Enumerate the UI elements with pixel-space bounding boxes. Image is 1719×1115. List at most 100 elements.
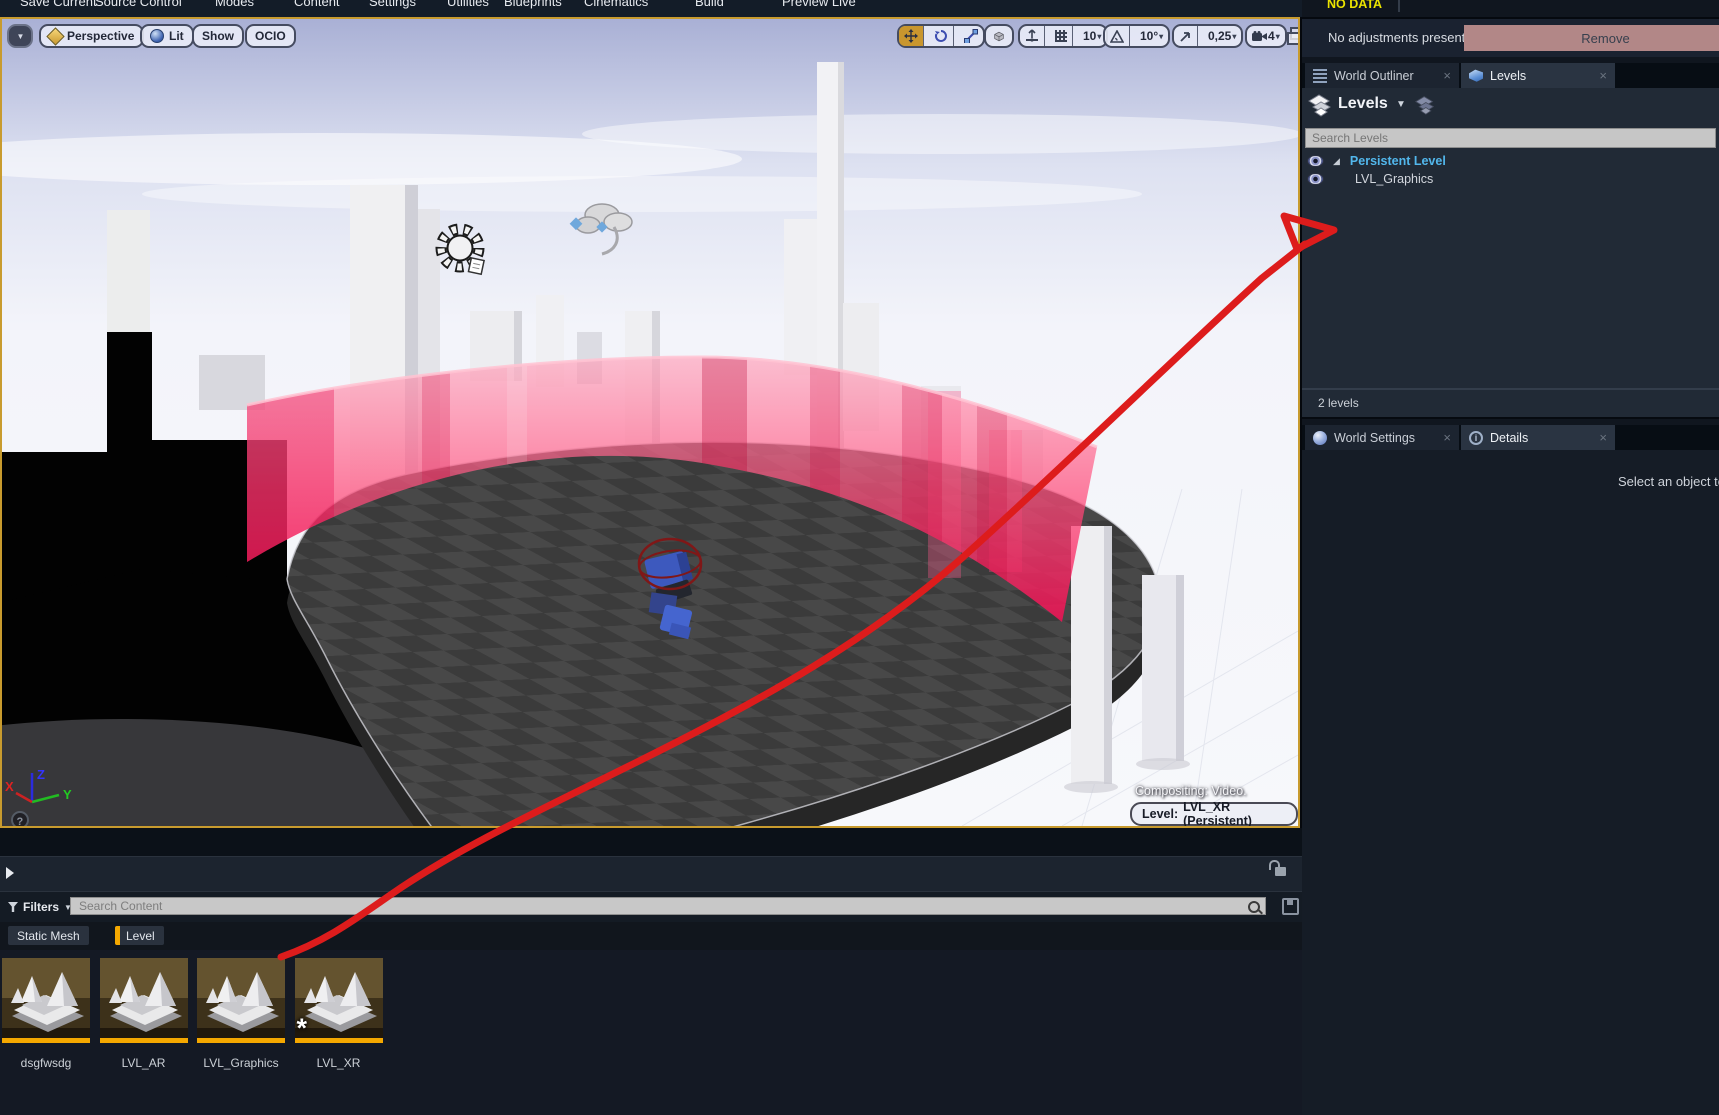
asset-name: dsgfwsdg	[2, 1056, 90, 1070]
level-row-lvl_graphics[interactable]: LVL_Graphics	[1302, 170, 1719, 188]
scale-snap-value-button[interactable]: 0,25▾	[1203, 26, 1241, 46]
help-icon[interactable]: ?	[12, 812, 28, 826]
close-icon[interactable]: ×	[1443, 68, 1451, 83]
camera-speed-group: 4▾	[1245, 24, 1287, 48]
coordinate-system-button[interactable]	[984, 24, 1014, 48]
asset-type-color-bar	[100, 1038, 188, 1043]
tab-world-outliner[interactable]: World Outliner ×	[1305, 63, 1459, 88]
camera-speed-button[interactable]: 4▾	[1247, 26, 1285, 46]
asset-thumbnail	[100, 958, 188, 1038]
lit-mode-button[interactable]: Lit	[140, 24, 194, 48]
tab-world-settings[interactable]: World Settings×	[1305, 425, 1459, 450]
move-tool-button[interactable]	[899, 26, 924, 46]
viewport-canvas[interactable]: Z Y X ?	[2, 19, 1298, 826]
asset-tile-lvl_ar[interactable]: LVL_AR	[100, 958, 188, 1070]
menu-item-utilities[interactable]: Utilities	[447, 0, 489, 9]
menu-item-settings[interactable]: Settings	[369, 0, 416, 9]
remove-button[interactable]: Remove	[1464, 25, 1719, 51]
composure-status-bar: NO DATA	[1302, 0, 1719, 12]
menu-item-modes[interactable]: Modes	[215, 0, 254, 9]
perspective-button[interactable]: Perspective	[39, 24, 144, 48]
rotate-tool-button[interactable]	[929, 26, 954, 46]
scale-tool-button[interactable]	[959, 26, 983, 46]
close-icon[interactable]: ×	[1599, 430, 1607, 445]
chevron-down-icon: ▾	[1097, 32, 1101, 41]
scale-snap-toggle[interactable]	[1174, 26, 1198, 46]
visibility-eye-icon[interactable]	[1307, 155, 1324, 167]
lock-icon[interactable]	[1275, 867, 1286, 876]
filter-chip-level[interactable]: Level	[115, 926, 164, 945]
camera-icon	[1252, 31, 1268, 42]
menu-item-source-control[interactable]: Source Control	[95, 0, 182, 9]
expander-icon[interactable]: ◢	[1333, 156, 1340, 167]
tab-details[interactable]: i Details ×	[1461, 425, 1615, 450]
scale-arrow-icon	[1179, 30, 1192, 43]
levels-panel-title: Levels	[1338, 95, 1388, 113]
visibility-eye-icon[interactable]	[1307, 173, 1324, 185]
show-label: Show	[202, 29, 234, 43]
tab-label: Details	[1490, 431, 1592, 445]
save-all-icon[interactable]	[1282, 898, 1299, 915]
tab-label: World Outliner	[1334, 69, 1436, 83]
asset-name: LVL_Graphics	[197, 1056, 285, 1070]
levels-search-input[interactable]	[1305, 128, 1716, 148]
angle-icon	[1110, 30, 1124, 43]
menu-item-cinematics[interactable]: Cinematics	[584, 0, 648, 9]
grid-snap-toggle[interactable]	[1050, 26, 1073, 46]
asset-tile-dsgfwsdg[interactable]: dsgfwsdg	[2, 958, 90, 1070]
level-thumbnail	[197, 958, 285, 1038]
levels-status-bar: 2 levels	[1302, 388, 1719, 417]
tab-levels[interactable]: Levels×	[1461, 63, 1615, 88]
close-icon[interactable]: ×	[1599, 68, 1607, 83]
menu-item-save-current[interactable]: Save Current	[20, 0, 97, 9]
asset-type-color-bar	[295, 1038, 383, 1043]
level-row-persistent-level[interactable]: ◢Persistent Level	[1302, 152, 1719, 170]
funnel-icon	[8, 902, 18, 912]
menu-item-build[interactable]: Build	[695, 0, 724, 9]
level-value: LVL_XR (Persistent)	[1183, 800, 1286, 828]
current-level-badge: Level: LVL_XR (Persistent)	[1130, 802, 1298, 826]
surface-snap-button[interactable]	[1020, 26, 1045, 46]
viewport-options-button[interactable]: ▼	[7, 24, 33, 48]
details-panel: Select an object to	[1302, 450, 1719, 1115]
asset-thumbnail	[197, 958, 285, 1038]
lit-sphere-icon	[150, 29, 164, 43]
camera-speed-value: 4	[1268, 29, 1275, 43]
level-label: Level:	[1142, 807, 1178, 821]
menu-item-preview-live[interactable]: Preview Live	[782, 0, 856, 9]
divider	[1398, 0, 1400, 12]
viewport[interactable]: Z Y X ? ▼ Perspective Lit Show OCIO	[0, 17, 1300, 828]
asset-name: LVL_XR	[295, 1056, 383, 1070]
menu-item-content[interactable]: Content	[294, 0, 340, 9]
lit-label: Lit	[169, 29, 184, 43]
info-icon: i	[1469, 431, 1483, 445]
content-search-input[interactable]	[70, 897, 1266, 915]
right-dock-panel: NO DATA No adjustments present. Remove W…	[1302, 0, 1719, 1115]
chevron-down-icon[interactable]: ▼	[1396, 99, 1406, 110]
camera-perspective-icon	[46, 27, 64, 45]
ocio-button[interactable]: OCIO	[245, 24, 296, 48]
filters-button[interactable]: Filters ▼	[8, 897, 72, 917]
show-button[interactable]: Show	[192, 24, 244, 48]
level-thumbnail	[100, 958, 188, 1038]
asset-tile-lvl_xr[interactable]: *LVL_XR	[295, 958, 383, 1070]
rotation-snap-value-button[interactable]: 10°▾	[1135, 26, 1168, 46]
details-hint: Select an object to	[1618, 474, 1719, 489]
chevron-down-icon: ▾	[1159, 32, 1163, 41]
filter-chips-row: Static Mesh Level	[0, 922, 1302, 950]
content-browser-header	[0, 828, 1302, 856]
expand-sources-icon[interactable]	[6, 867, 14, 879]
level-name: LVL_Graphics	[1355, 172, 1433, 186]
scale-snap-group: 0,25▾	[1172, 24, 1243, 48]
close-icon[interactable]: ×	[1443, 430, 1451, 445]
menu-item-blueprints[interactable]: Blueprints	[504, 0, 562, 9]
rotation-snap-toggle[interactable]	[1105, 26, 1130, 46]
filter-chip-static-mesh[interactable]: Static Mesh	[8, 926, 89, 945]
compositing-status: Compositing: Video.	[1135, 784, 1247, 798]
chip-label: Level	[126, 929, 155, 943]
maximize-viewport-icon[interactable]	[1290, 27, 1300, 40]
asset-tile-lvl_graphics[interactable]: LVL_Graphics	[197, 958, 285, 1070]
rotation-snap-group: 10°▾	[1103, 24, 1170, 48]
asset-type-color-bar	[197, 1038, 285, 1043]
levels-small-icon[interactable]	[1414, 95, 1436, 115]
